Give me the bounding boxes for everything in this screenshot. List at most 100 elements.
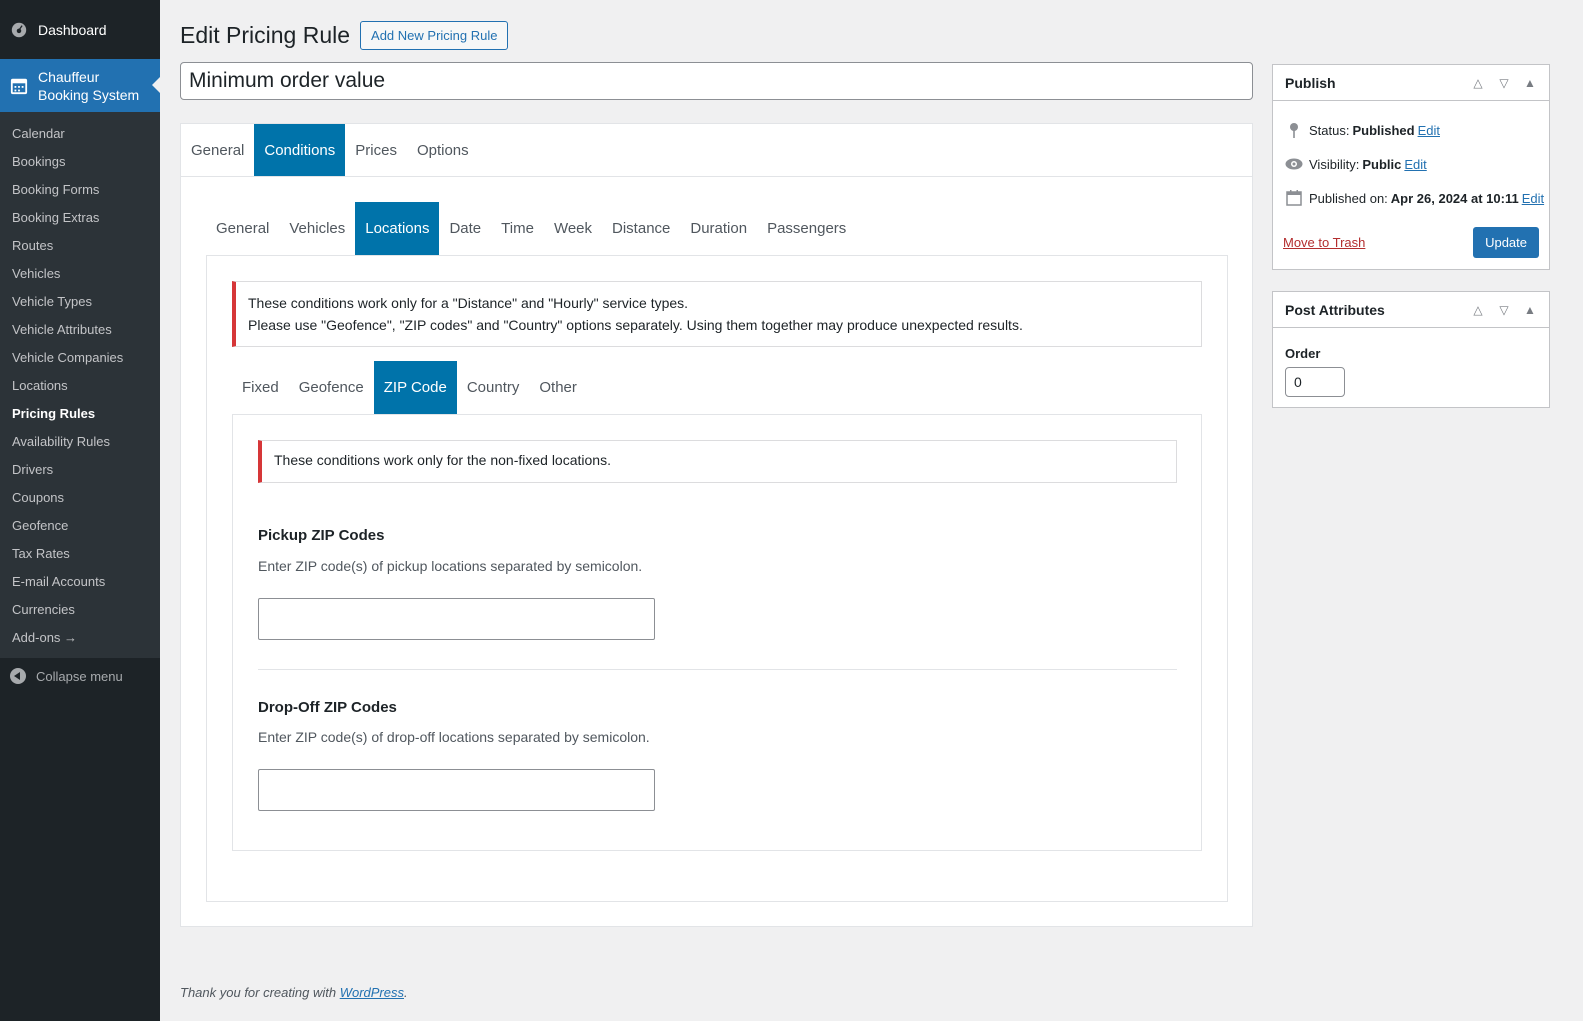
move-down-icon[interactable]: ▽ [1491, 292, 1517, 328]
pickup-zip-input[interactable] [258, 598, 655, 640]
move-down-icon[interactable]: ▽ [1491, 65, 1517, 101]
tab-general[interactable]: General [206, 202, 279, 255]
update-button[interactable]: Update [1473, 227, 1539, 258]
eye-icon [1283, 158, 1305, 170]
admin-sidebar: Dashboard Chauffeur Booking System Calen… [0, 0, 160, 1021]
tab-conditions[interactable]: Conditions [254, 124, 346, 176]
tab-country[interactable]: Country [457, 361, 530, 414]
sidebar-item-pricing-rules[interactable]: Pricing Rules [0, 400, 160, 428]
pricing-rule-panel: General Conditions Prices Options General Ve… [180, 123, 1253, 927]
sidebar-item-calendar[interactable]: Calendar [0, 120, 160, 148]
sidebar-item-availability-rules[interactable]: Availability Rules [0, 428, 160, 456]
sidebar-item-booking-extras[interactable]: Booking Extras [0, 204, 160, 232]
publish-box-header: Publish △ ▽ ▲ [1273, 65, 1549, 101]
calendar-icon [1283, 190, 1305, 206]
edit-visibility-link[interactable]: Edit [1404, 157, 1426, 172]
non-fixed-notice: These conditions work only for the non-f… [258, 440, 1177, 483]
divider [258, 669, 1177, 670]
tab-locations[interactable]: Locations [355, 202, 440, 255]
tab-vehicles[interactable]: Vehicles [279, 202, 355, 255]
visibility-row: Visibility: Public Edit [1273, 147, 1549, 181]
sidebar-item-vehicle-companies[interactable]: Vehicle Companies [0, 344, 160, 372]
submenu: Calendar Bookings Booking Forms Booking Ext… [0, 112, 160, 658]
tab-date[interactable]: Date [439, 202, 491, 255]
publish-box: Publish △ ▽ ▲ Status: Published Edit Visib… [1272, 64, 1550, 270]
sidebar-item-coupons[interactable]: Coupons [0, 484, 160, 512]
title-input[interactable]: Minimum order value [180, 62, 1253, 100]
collapse-icon [10, 668, 26, 684]
published-row: Published on: Apr 26, 2024 at 10:11 Edit [1273, 181, 1549, 215]
move-up-icon[interactable]: △ [1465, 65, 1491, 101]
tab-other[interactable]: Other [529, 361, 587, 414]
page-title: Edit Pricing Rule [180, 21, 351, 48]
zip-code-panel: These conditions work only for the non-f… [232, 414, 1202, 851]
notice-line: These conditions work only for a "Distan… [248, 295, 689, 311]
condition-tabs: General Vehicles Locations Date Time Week Dist… [206, 202, 856, 255]
post-attributes-title: Post Attributes [1285, 301, 1385, 318]
tab-time[interactable]: Time [491, 202, 544, 255]
add-new-button[interactable]: Add New Pricing Rule [360, 20, 509, 50]
publish-actions: Move to Trash Update [1273, 217, 1549, 270]
menu-label-line1: Chauffeur [38, 68, 100, 85]
dropoff-zip-description: Enter ZIP code(s) of drop-off locations … [258, 729, 650, 745]
tab-distance[interactable]: Distance [602, 202, 680, 255]
sidebar-item-drivers[interactable]: Drivers [0, 456, 160, 484]
sidebar-item-booking-forms[interactable]: Booking Forms [0, 176, 160, 204]
tab-fixed[interactable]: Fixed [232, 361, 289, 414]
wordpress-link[interactable]: WordPress [340, 985, 404, 1000]
admin-footer: Thank you for creating with WordPress. [180, 985, 408, 1000]
sidebar-item-currencies[interactable]: Currencies [0, 596, 160, 624]
sidebar-item-tax-rates[interactable]: Tax Rates [0, 540, 160, 568]
tab-week[interactable]: Week [544, 202, 602, 255]
main-tabs: General Conditions Prices Options [181, 124, 1252, 177]
sidebar-item-vehicles[interactable]: Vehicles [0, 260, 160, 288]
locations-panel: These conditions work only for a "Distan… [206, 255, 1228, 902]
post-attributes-box: Post Attributes △ ▽ ▲ Order 0 [1272, 291, 1550, 408]
footer-end: . [404, 985, 408, 1000]
pickup-zip-title: Pickup ZIP Codes [258, 527, 385, 544]
tab-general[interactable]: General [181, 124, 254, 176]
dropoff-zip-input[interactable] [258, 769, 655, 811]
tab-options[interactable]: Options [407, 124, 479, 176]
footer-text: Thank you for creating with [180, 985, 340, 1000]
sidebar-item-routes[interactable]: Routes [0, 232, 160, 260]
menu-item-dashboard[interactable]: Dashboard [0, 0, 160, 59]
collapse-menu-button[interactable]: Collapse menu [0, 658, 160, 694]
tab-prices[interactable]: Prices [345, 124, 407, 176]
tab-passengers[interactable]: Passengers [757, 202, 856, 255]
sidebar-item-bookings[interactable]: Bookings [0, 148, 160, 176]
dropoff-zip-title: Drop-Off ZIP Codes [258, 699, 397, 716]
menu-label-line2: Booking System [38, 86, 140, 103]
location-tabs: Fixed Geofence ZIP Code Country Other [232, 361, 587, 414]
toggle-panel-icon[interactable]: ▲ [1517, 65, 1543, 101]
published-label: Published on: [1309, 190, 1388, 206]
sidebar-item-geofence[interactable]: Geofence [0, 512, 160, 540]
sidebar-item-vehicle-types[interactable]: Vehicle Types [0, 288, 160, 316]
pickup-zip-description: Enter ZIP code(s) of pickup locations se… [258, 558, 643, 574]
tab-zip-code[interactable]: ZIP Code [373, 361, 457, 414]
publish-title: Publish [1285, 74, 1336, 91]
sidebar-item-vehicle-attributes[interactable]: Vehicle Attributes [0, 316, 160, 344]
order-input[interactable]: 0 [1285, 367, 1345, 397]
tab-geofence[interactable]: Geofence [289, 361, 374, 414]
dashboard-icon [11, 22, 27, 37]
edit-status-link[interactable]: Edit [1418, 123, 1440, 138]
post-attributes-header: Post Attributes △ ▽ ▲ [1273, 292, 1549, 328]
move-to-trash-link[interactable]: Move to Trash [1283, 235, 1365, 250]
status-value: Published [1352, 122, 1415, 138]
menu-item-chauffeur-booking[interactable]: Chauffeur Booking System [0, 59, 160, 112]
visibility-label: Visibility: [1309, 156, 1360, 172]
pin-icon [1283, 122, 1305, 138]
tab-duration[interactable]: Duration [680, 202, 757, 255]
page-header: Edit Pricing Rule Add New Pricing Rule [180, 0, 1260, 70]
edit-date-link[interactable]: Edit [1522, 191, 1544, 206]
menu-label: Dashboard [38, 21, 107, 38]
notice-line: Please use "Geofence", "ZIP codes" and "… [248, 317, 1023, 333]
sidebar-item-e-mail-accounts[interactable]: E-mail Accounts [0, 568, 160, 596]
visibility-value: Public [1362, 156, 1402, 172]
sidebar-item-locations[interactable]: Locations [0, 372, 160, 400]
calendar-icon [10, 78, 28, 94]
sidebar-item-add-ons[interactable]: Add-ons → [0, 624, 160, 652]
toggle-panel-icon[interactable]: ▲ [1517, 292, 1543, 328]
move-up-icon[interactable]: △ [1465, 292, 1491, 328]
